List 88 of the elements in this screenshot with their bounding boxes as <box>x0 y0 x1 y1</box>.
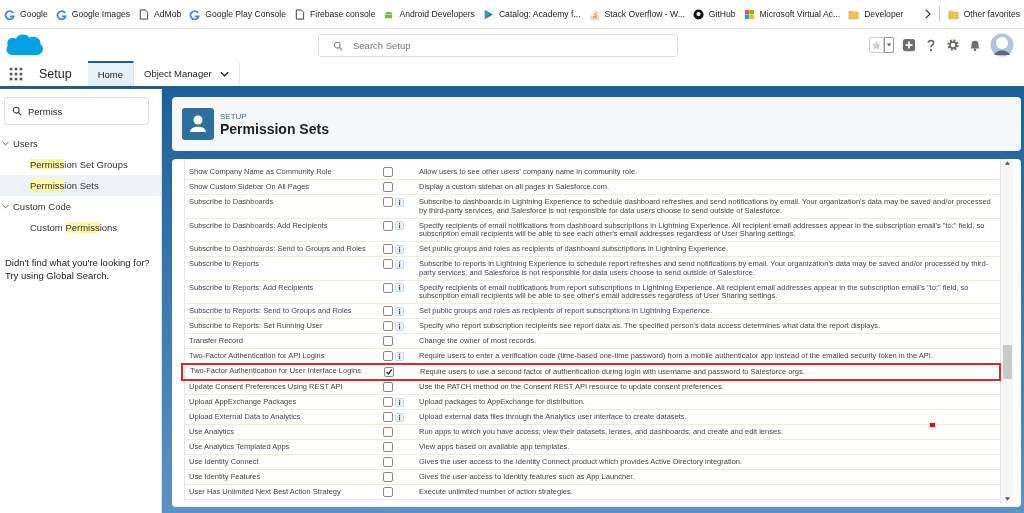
search-icon <box>12 106 22 116</box>
info-icon[interactable] <box>395 244 404 254</box>
page-title: Permission Sets <box>220 120 329 137</box>
checkbox[interactable] <box>383 336 393 346</box>
tree-group[interactable]: Custom Code <box>0 196 161 217</box>
checkbox[interactable] <box>383 167 393 177</box>
arrow-up-icon[interactable] <box>1004 161 1010 165</box>
chevron-down-icon <box>2 140 9 147</box>
search-field[interactable]: Search Setup <box>318 34 678 57</box>
bookmark[interactable]: Developer <box>848 8 904 20</box>
bookmark[interactable]: AdMob <box>138 8 182 20</box>
folder-icon <box>947 8 959 20</box>
bookmark[interactable]: Microsoft Virtual Ac... <box>743 8 841 20</box>
app-name: Setup <box>39 66 72 81</box>
folder-icon <box>848 8 860 20</box>
checkbox[interactable] <box>383 282 393 293</box>
search-icon <box>333 40 343 51</box>
info-icon[interactable] <box>395 351 404 361</box>
nav-tab[interactable]: Home <box>87 61 134 86</box>
checkbox[interactable] <box>383 472 393 482</box>
scroll-thumb[interactable] <box>1002 345 1012 379</box>
checkbox[interactable] <box>383 427 393 437</box>
checkbox[interactable] <box>383 182 393 192</box>
checkbox[interactable] <box>383 197 393 207</box>
dropdown-button[interactable] <box>884 37 894 53</box>
info-icon[interactable] <box>395 397 404 407</box>
checkbox[interactable] <box>383 244 393 254</box>
bookmark[interactable]: Google Play Console <box>189 8 286 20</box>
document-icon <box>138 8 149 20</box>
tree-item[interactable]: Permission Sets <box>0 175 161 196</box>
checkbox[interactable] <box>383 457 393 467</box>
settings-icon[interactable] <box>946 38 960 52</box>
bell-icon[interactable] <box>968 38 982 52</box>
bookmark[interactable]: GitHub <box>692 8 736 20</box>
checkbox[interactable] <box>383 442 393 452</box>
hint-text: Try using Global Search. <box>5 269 111 282</box>
windows-icon <box>743 8 755 20</box>
checkbox[interactable] <box>383 259 393 269</box>
bookmark[interactable]: Google <box>4 8 48 20</box>
bookmark[interactable]: Google Images <box>55 8 130 20</box>
tree-group[interactable]: Users <box>0 133 161 154</box>
checkbox[interactable] <box>383 382 393 392</box>
plus-icon[interactable] <box>902 38 916 52</box>
google-icon <box>55 8 67 20</box>
checkbox[interactable] <box>383 306 393 316</box>
bookmark[interactable]: Android Developers <box>383 8 475 20</box>
page-eyebrow[interactable]: SETUP <box>220 111 329 121</box>
checkbox[interactable] <box>384 367 394 377</box>
google-icon <box>4 8 15 20</box>
arrow-down-icon[interactable] <box>1004 497 1010 501</box>
github-icon <box>692 8 704 20</box>
stack-icon <box>588 8 600 20</box>
tree-item[interactable]: Permission Set Groups <box>0 154 161 175</box>
document-icon <box>293 8 305 20</box>
info-icon[interactable] <box>395 306 404 316</box>
app-launcher-icon[interactable] <box>8 65 24 82</box>
nav-tab[interactable]: Object Manager <box>134 61 240 86</box>
caret-down-icon <box>886 42 892 48</box>
tree-item[interactable]: Custom Permissions <box>0 217 161 238</box>
info-icon[interactable] <box>395 412 404 422</box>
bookmark[interactable]: Other favorites <box>947 8 1020 20</box>
info-icon[interactable] <box>395 283 404 292</box>
checkbox[interactable] <box>383 351 393 361</box>
checkbox[interactable] <box>383 412 393 422</box>
scrollbar[interactable] <box>1001 159 1013 503</box>
google-icon <box>189 8 201 20</box>
bookmark[interactable]: Firebase console <box>293 8 376 20</box>
info-icon[interactable] <box>395 321 404 331</box>
annotation-mark <box>930 423 935 427</box>
checkbox[interactable] <box>383 487 393 497</box>
avatar-icon[interactable] <box>990 33 1014 57</box>
info-icon[interactable] <box>395 221 404 230</box>
chevron-right-icon <box>923 9 931 19</box>
checkmark-icon <box>385 368 393 376</box>
checkbox[interactable] <box>383 220 393 231</box>
checkbox[interactable] <box>383 321 393 331</box>
checkbox[interactable] <box>383 397 393 407</box>
bookmark[interactable]: Catalog: Academy f... <box>482 8 581 20</box>
play-icon <box>482 8 494 20</box>
bookmark[interactable]: Stack Overflow - W... <box>588 8 685 20</box>
hint-text: Didn't find what you're looking for? <box>5 256 151 269</box>
star-icon <box>871 39 882 51</box>
info-icon[interactable] <box>395 259 404 269</box>
chevron-down-icon <box>2 203 9 210</box>
user-icon <box>182 108 214 140</box>
search-field[interactable]: Permiss <box>4 97 149 125</box>
search-input[interactable]: Search Setup <box>353 35 677 56</box>
info-icon[interactable] <box>395 197 404 207</box>
